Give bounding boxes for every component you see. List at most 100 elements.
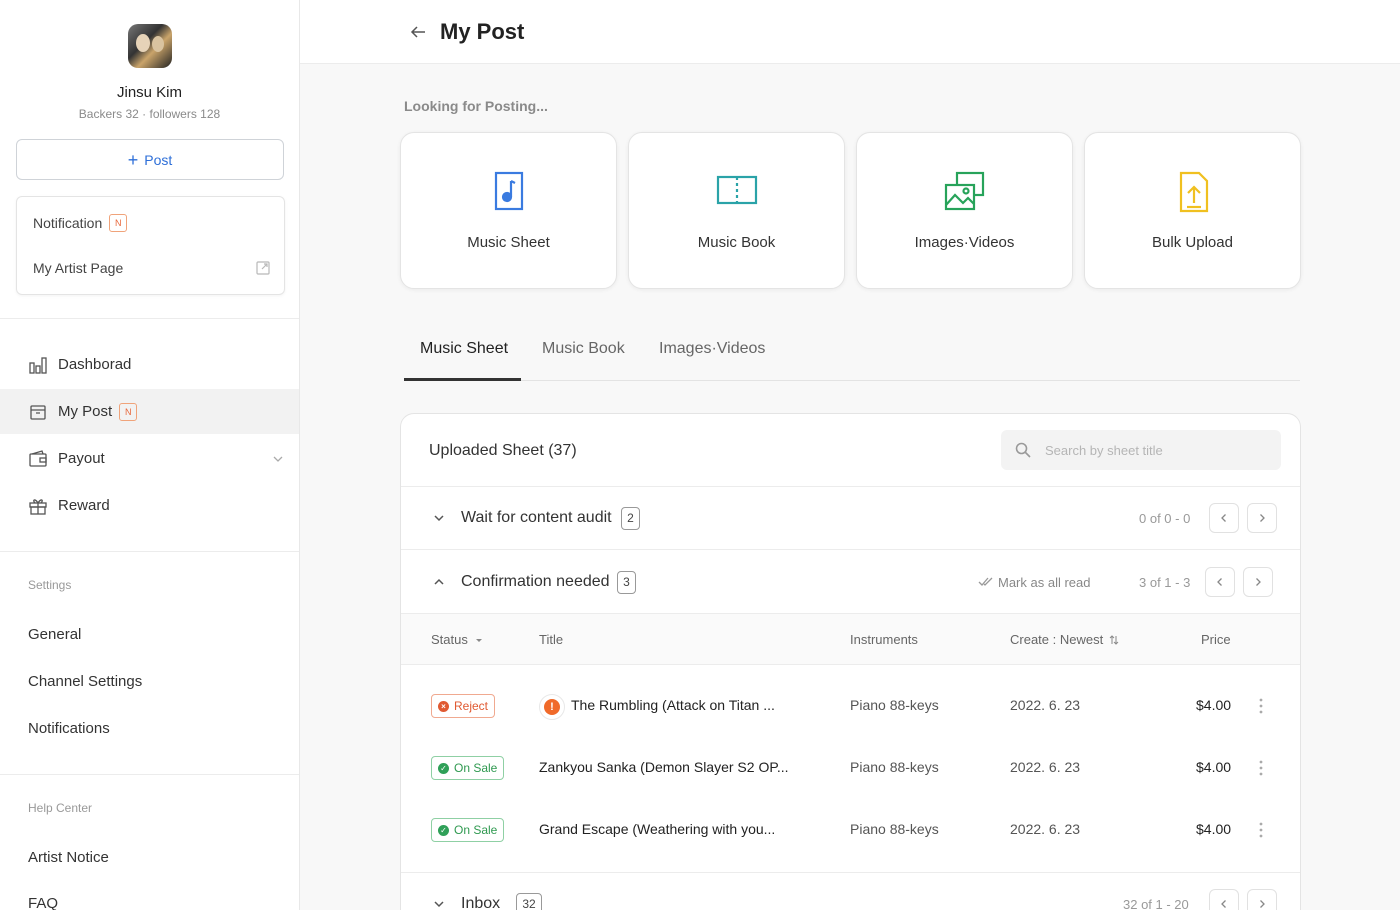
plus-icon: + [127, 149, 139, 170]
status-label: On Sale [454, 761, 498, 775]
chevron-left-icon [1221, 514, 1226, 522]
caret-down-icon [475, 638, 482, 642]
new-post-label: Post [144, 151, 173, 168]
chevron-down-icon[interactable] [272, 453, 284, 465]
top-bar: My Post [300, 0, 1400, 64]
panel-divider [401, 549, 1300, 550]
row-title[interactable]: Grand Escape (Weathering with you... [539, 821, 775, 837]
card-label: Music Sheet [467, 234, 550, 251]
status-label: On Sale [454, 823, 498, 837]
sidebar-item-notifications[interactable]: Notifications [28, 720, 110, 737]
warning-icon[interactable]: ! [539, 694, 565, 720]
profile-name: Jinsu Kim [116, 84, 183, 101]
sidebar-item-reward[interactable]: Reward [0, 483, 299, 528]
status-badge: ✓ On Sale [431, 818, 505, 842]
sidebar-item-artist-notice[interactable]: Artist Notice [28, 849, 109, 866]
check-circle-icon: ✓ [438, 762, 449, 774]
group-inbox[interactable]: Inbox 32 32 of 1 - 20 [401, 873, 1300, 910]
mark-all-read-button[interactable]: Mark as all read [978, 575, 1090, 590]
row-price: $4.00 [1196, 697, 1232, 713]
row-title[interactable]: Zankyou Sanka (Demon Slayer S2 OP... [539, 759, 789, 775]
more-options-icon[interactable] [1259, 760, 1263, 776]
post-images-videos-card[interactable]: Images·Videos [856, 132, 1073, 289]
group-count-badge: 3 [617, 570, 636, 594]
table-row[interactable]: ✓ On Sale Zankyou Sanka (Demon Slayer S2… [401, 738, 1300, 800]
new-post-button[interactable]: + Post [16, 139, 284, 180]
sidebar-divider [0, 774, 299, 775]
next-page-button[interactable] [1247, 503, 1277, 533]
posting-section-label: Looking for Posting... [404, 98, 548, 114]
next-page-button[interactable] [1243, 567, 1273, 597]
more-options-icon[interactable] [1259, 698, 1263, 714]
sidebar-item-faq[interactable]: FAQ [28, 895, 58, 910]
sidebar-item-my-post[interactable]: My Post N [0, 389, 299, 434]
double-check-icon [978, 577, 993, 586]
post-music-sheet-card[interactable]: Music Sheet [400, 132, 617, 289]
row-date: 2022. 6. 23 [1010, 697, 1081, 713]
new-badge: N [119, 402, 138, 421]
sidebar-item-payout[interactable]: Payout [0, 436, 299, 481]
prev-page-button[interactable] [1209, 889, 1239, 910]
tab-music-sheet[interactable]: Music Sheet [420, 340, 508, 358]
group-label: Wait for content audit [461, 509, 612, 526]
chevron-up-icon[interactable] [433, 576, 445, 588]
search-box[interactable] [1001, 430, 1281, 470]
prev-page-button[interactable] [1209, 503, 1239, 533]
profile-stats: Backers 32 · followers 128 [78, 107, 221, 121]
quick-links-card: Notification N My Artist Page [16, 196, 285, 295]
pager-text: 32 of 1 - 20 [1123, 896, 1189, 910]
notification-link[interactable]: Notification N [33, 211, 270, 235]
sidebar-item-general[interactable]: General [28, 626, 81, 643]
avatar[interactable] [127, 24, 172, 68]
sidebar-item-channel-settings[interactable]: Channel Settings [28, 673, 142, 690]
group-confirmation-needed[interactable]: Confirmation needed 3 Mark as all read 3… [401, 551, 1300, 613]
post-bulk-upload-card[interactable]: Bulk Upload [1084, 132, 1301, 289]
post-music-book-card[interactable]: Music Book [628, 132, 845, 289]
row-title[interactable]: The Rumbling (Attack on Titan ... [571, 697, 775, 713]
status-label: Reject [454, 699, 489, 713]
table-row[interactable]: × Reject ! The Rumbling (Attack on Titan… [401, 676, 1300, 738]
search-icon [1015, 442, 1031, 458]
profile-section: Jinsu Kim Backers 32 · followers 128 [0, 0, 299, 121]
back-arrow-icon[interactable] [409, 24, 427, 40]
chevron-down-icon[interactable] [433, 898, 445, 910]
column-label: Instruments [850, 632, 918, 647]
tab-music-book[interactable]: Music Book [542, 340, 625, 358]
sidebar-divider [0, 551, 299, 552]
table-row[interactable]: ✓ On Sale Grand Escape (Weathering with … [401, 800, 1300, 862]
sidebar-item-dashboard[interactable]: Dashborad [0, 342, 299, 387]
column-label: Title [539, 632, 564, 647]
column-status[interactable]: Status [431, 632, 484, 647]
group-count-badge: 32 [516, 892, 542, 910]
column-label: Price [1201, 632, 1231, 647]
chevron-right-icon [1260, 514, 1265, 522]
bar-chart-icon [29, 356, 47, 374]
tab-images-videos[interactable]: Images·Videos [659, 340, 765, 358]
help-center-label: Help Center [28, 801, 93, 815]
row-date: 2022. 6. 23 [1010, 821, 1081, 837]
prev-page-button[interactable] [1205, 567, 1235, 597]
sort-icon [1109, 634, 1119, 645]
column-create-sort[interactable]: Create : Newest [1010, 632, 1119, 647]
more-options-icon[interactable] [1259, 822, 1263, 838]
row-price: $4.00 [1196, 759, 1232, 775]
page-title: My Post [440, 19, 525, 44]
search-input[interactable] [1045, 442, 1265, 458]
chevron-right-icon [1260, 900, 1265, 908]
wallet-icon [29, 449, 47, 467]
external-link-icon [256, 261, 270, 275]
chevron-down-icon[interactable] [433, 512, 445, 524]
next-page-button[interactable] [1247, 889, 1277, 910]
my-artist-page-link[interactable]: My Artist Page [33, 256, 270, 280]
row-instruments: Piano 88-keys [850, 821, 939, 837]
group-count-badge: 2 [621, 506, 640, 530]
chevron-left-icon [1217, 578, 1222, 586]
row-instruments: Piano 88-keys [850, 759, 939, 775]
reject-icon: × [438, 700, 449, 712]
active-tab-indicator [404, 378, 521, 381]
card-label: Bulk Upload [1152, 234, 1233, 251]
status-badge: ✓ On Sale [431, 756, 505, 780]
card-label: Music Book [697, 234, 776, 251]
group-wait-audit[interactable]: Wait for content audit 2 0 of 0 - 0 [401, 487, 1300, 549]
post-box-icon [30, 404, 46, 420]
